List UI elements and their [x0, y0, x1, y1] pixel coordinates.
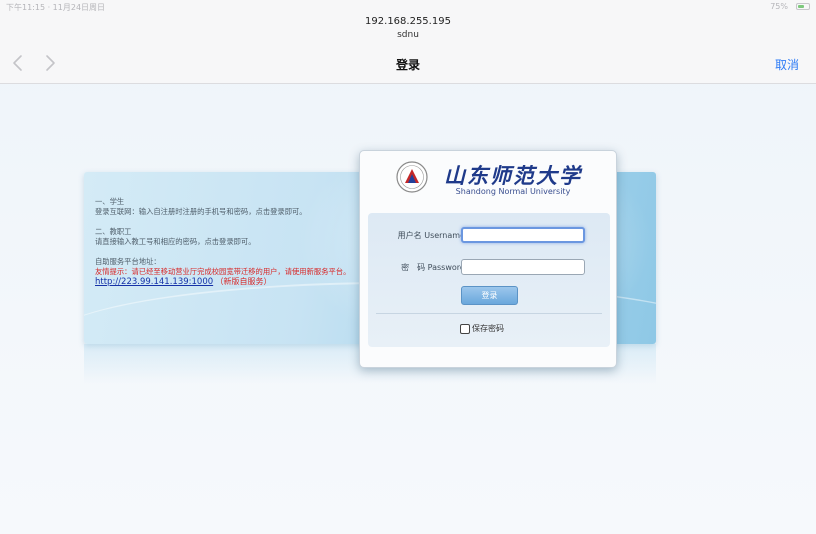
cancel-button[interactable]: 取消: [775, 56, 799, 73]
battery-percent: 75%: [770, 2, 788, 11]
page-title: 登录: [395, 58, 420, 72]
browser-top-bar: 下午11:15 · 11月24日周日 75% 192.168.255.195 s…: [0, 0, 816, 84]
username-input[interactable]: [461, 227, 585, 243]
staff-instructions: 请直接输入教工号和相应的密码，点击登录即可。: [95, 237, 256, 246]
student-heading: 一、学生: [95, 197, 125, 206]
remember-password[interactable]: 保存密码: [460, 323, 504, 334]
info-text-block: 一、学生 登录互联网：输入自注册时注册的手机号和密码，点击登录即可。 二、教职工…: [95, 197, 360, 287]
form-divider: [376, 313, 602, 314]
selfservice-link-note: （新版自服务）: [215, 277, 272, 286]
status-time: 下午11:15 · 11月24日周日: [6, 3, 106, 12]
login-button[interactable]: 登录: [461, 286, 518, 305]
login-card: 山东师范大学 Shandong Normal University 用户名 Us…: [359, 150, 617, 368]
warning-notice: 友情提示：请已经至移动营业厅完成校园宽带迁移的用户，请使用新服务平台。: [95, 267, 351, 276]
university-name-en: Shandong Normal University: [455, 187, 571, 196]
battery-icon: [796, 3, 810, 10]
selfservice-label: 自助服务平台地址：: [95, 257, 161, 266]
url-host[interactable]: 192.168.255.195: [0, 16, 816, 27]
staff-heading: 二、教职工: [95, 227, 132, 236]
login-form: 用户名 Username 密 码 Password 登录 保存密码: [368, 213, 610, 347]
password-row: 密 码 Password: [368, 257, 610, 277]
university-name-cn: 山东师范大学: [444, 163, 582, 188]
student-instructions: 登录互联网：输入自注册时注册的手机号和密码，点击登录即可。: [95, 207, 307, 216]
remember-password-label: 保存密码: [472, 324, 504, 333]
password-label: 密 码 Password: [401, 263, 465, 272]
status-right: 75%: [770, 2, 810, 11]
university-logo: 山东师范大学 Shandong Normal University: [360, 151, 618, 209]
username-label: 用户名 Username: [397, 231, 465, 240]
remember-password-checkbox[interactable]: [460, 323, 470, 334]
page-domain-title: sdnu: [397, 30, 419, 40]
username-row: 用户名 Username: [368, 225, 610, 245]
status-bar: 下午11:15 · 11月24日周日 75%: [6, 2, 810, 14]
selfservice-link[interactable]: http://223.99.141.139:1000: [95, 277, 213, 287]
university-emblem-icon: [396, 161, 428, 193]
password-input[interactable]: [461, 259, 585, 275]
